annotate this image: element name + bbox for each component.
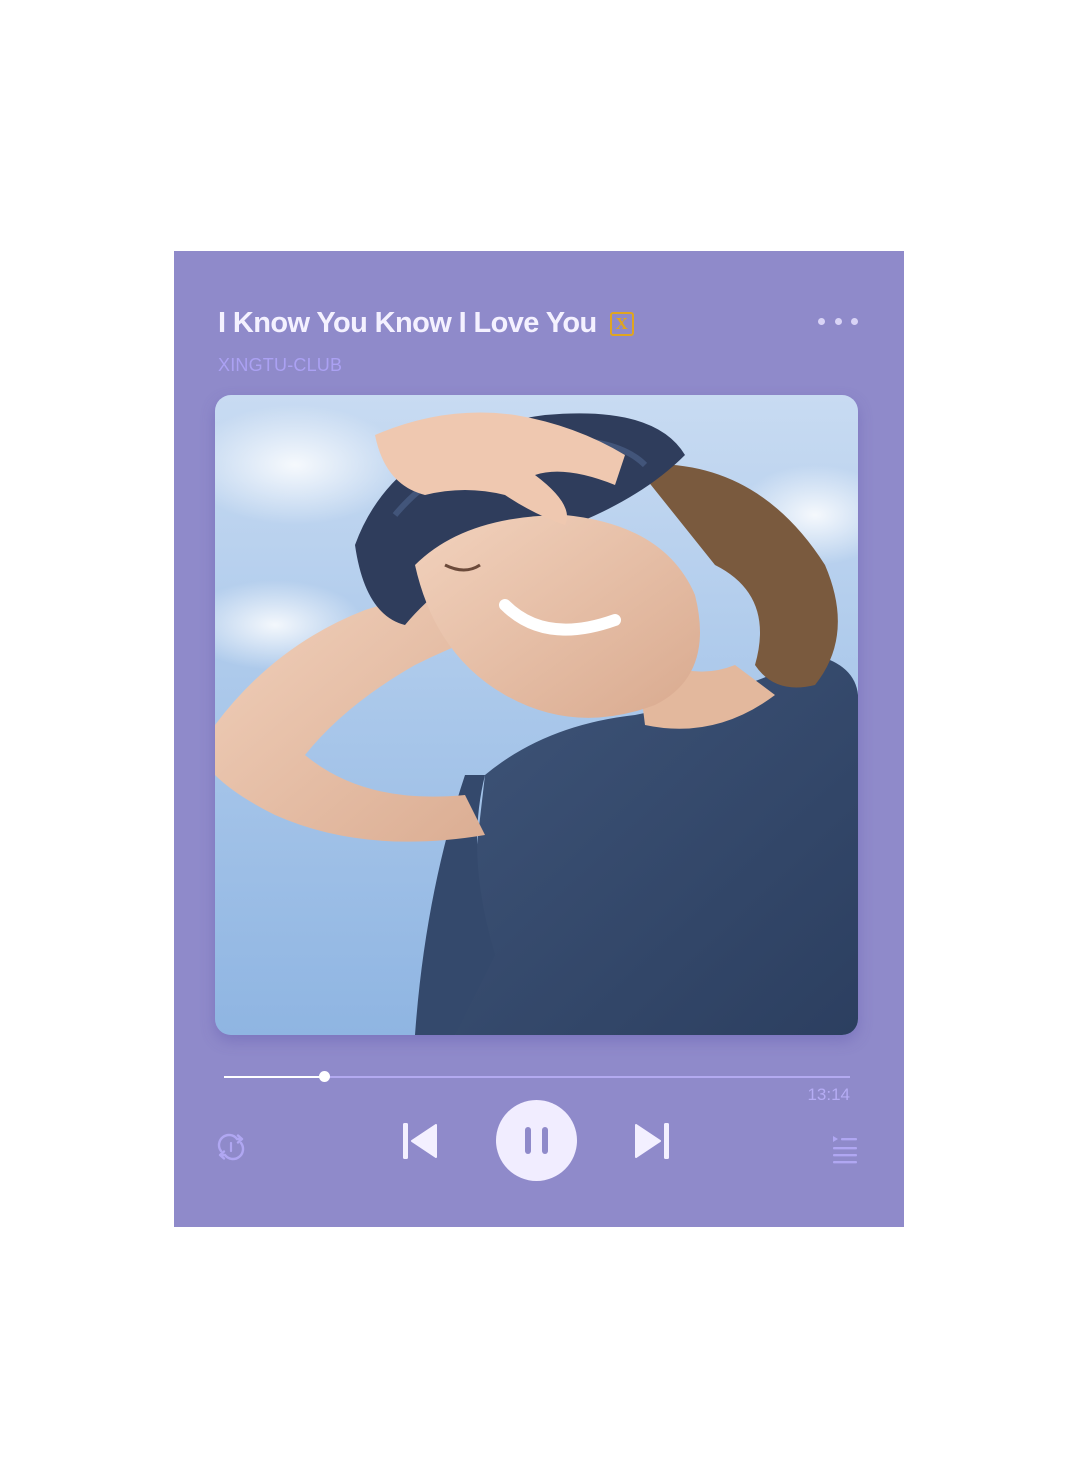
progress-bar[interactable] (224, 1071, 850, 1082)
song-title-row: I Know You Know I Love You X (218, 307, 634, 340)
playlist-button[interactable] (831, 1134, 859, 1164)
more-dot (834, 317, 842, 325)
track-duration: 13:14 (807, 1085, 850, 1104)
playlist-icon (833, 1136, 857, 1164)
more-dot (851, 317, 858, 325)
next-track-button[interactable] (634, 1119, 672, 1163)
skip-next-icon (635, 1123, 669, 1159)
music-player-card: I Know You Know I Love You X XINGTU-CLUB (174, 251, 904, 1227)
repeat-button[interactable] (215, 1132, 247, 1162)
pause-icon (525, 1127, 548, 1154)
progress-fill (224, 1076, 325, 1078)
more-dot (818, 317, 825, 325)
previous-track-button[interactable] (400, 1119, 438, 1163)
album-cover-photo (215, 395, 858, 1035)
song-title: I Know You Know I Love You (218, 307, 597, 339)
progress-knob[interactable] (319, 1071, 331, 1082)
pause-button[interactable] (496, 1100, 577, 1181)
more-options-button[interactable] (818, 311, 858, 331)
album-cover (215, 395, 858, 1035)
skip-previous-icon (403, 1123, 437, 1159)
vip-badge-icon: X (609, 311, 634, 336)
repeat-icon (217, 1133, 245, 1161)
artist-name: XINGTU-CLUB (218, 355, 343, 375)
